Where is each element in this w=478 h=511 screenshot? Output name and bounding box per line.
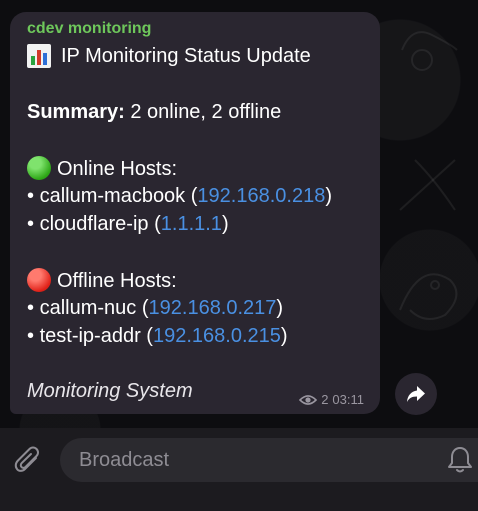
message-bubble[interactable]: cdev monitoring IP Monitoring Status Upd… xyxy=(10,12,380,414)
input-bar xyxy=(0,428,478,511)
bell-icon xyxy=(448,447,472,473)
attach-button[interactable] xyxy=(8,442,48,482)
ip-link[interactable]: 192.168.0.217 xyxy=(149,297,277,319)
paperclip-icon xyxy=(14,446,39,472)
green-circle-icon xyxy=(27,156,51,180)
wallpaper-doodle-icon xyxy=(401,31,458,71)
host-name: cloudflare-ip xyxy=(39,213,149,235)
message-meta: 2 03:11 xyxy=(299,392,364,407)
summary-value: 2 online, 2 offline xyxy=(130,101,282,123)
forward-button[interactable] xyxy=(395,373,437,415)
paren-close: ) xyxy=(325,185,332,207)
bullet: • xyxy=(27,185,35,207)
ip-link[interactable]: 1.1.1.1 xyxy=(161,213,222,235)
wallpaper-doodle-icon xyxy=(399,273,458,320)
summary-line: Summary: 2 online, 2 offline xyxy=(27,100,281,124)
paren-open: ( xyxy=(146,325,153,347)
paren-close: ) xyxy=(276,297,284,319)
online-heading: Online Hosts: xyxy=(27,156,177,181)
share-forward-icon xyxy=(407,386,425,402)
host-row-offline: • callum-nuc (192.168.0.217) xyxy=(27,296,283,320)
message-time: 03:11 xyxy=(332,392,364,407)
bullet: • xyxy=(27,213,35,235)
ip-link[interactable]: 192.168.0.215 xyxy=(153,325,281,347)
host-row-online: • cloudflare-ip (1.1.1.1) xyxy=(27,212,229,236)
paren-open: ( xyxy=(154,213,161,235)
offline-heading-text: Offline Hosts: xyxy=(57,270,177,292)
host-row-online: • callum-macbook (192.168.0.218) xyxy=(27,184,332,208)
message-title-text: IP Monitoring Status Update xyxy=(61,44,311,67)
bullet: • xyxy=(27,297,35,319)
view-count: 2 xyxy=(321,392,329,407)
offline-heading: Offline Hosts: xyxy=(27,268,177,293)
red-circle-icon xyxy=(27,268,51,292)
signature: Monitoring System xyxy=(27,380,193,402)
paren-open: ( xyxy=(141,297,149,319)
message-title: IP Monitoring Status Update xyxy=(27,44,311,68)
eye-icon xyxy=(299,394,318,405)
host-name: test-ip-addr xyxy=(39,325,141,347)
paren-close: ) xyxy=(280,325,288,347)
summary-label: Summary: xyxy=(27,101,125,123)
bullet: • xyxy=(27,325,35,347)
bar-chart-icon xyxy=(27,44,51,68)
ip-link[interactable]: 192.168.0.218 xyxy=(197,185,325,207)
host-name: callum-macbook xyxy=(39,185,186,207)
online-heading-text: Online Hosts: xyxy=(57,158,178,180)
host-name: callum-nuc xyxy=(39,297,137,319)
wallpaper-doodle-icon xyxy=(399,159,456,211)
mute-toggle-button[interactable] xyxy=(444,444,476,476)
broadcast-input[interactable] xyxy=(60,438,478,482)
host-row-offline: • test-ip-addr (192.168.0.215) xyxy=(27,324,288,348)
paren-close: ) xyxy=(221,213,229,235)
channel-name[interactable]: cdev monitoring xyxy=(27,20,151,38)
